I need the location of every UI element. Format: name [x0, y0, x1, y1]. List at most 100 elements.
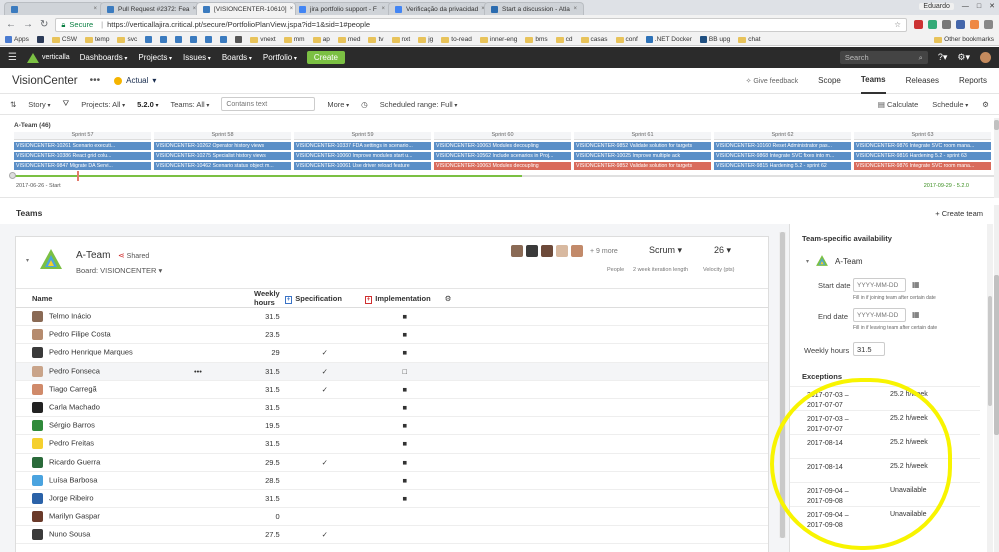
nav-boards[interactable]: Boards [222, 53, 252, 62]
specification-cell[interactable]: ✓ [284, 343, 365, 363]
timeline-scrollbar[interactable] [994, 118, 999, 198]
release-filter[interactable]: 5.2.0 [137, 100, 158, 109]
panel-scrollbar[interactable] [987, 224, 993, 552]
issue-bar[interactable]: VISIONCENTER-10063 Modules decoupling [434, 162, 571, 170]
implementation-cell[interactable] [364, 525, 445, 545]
browser-tab[interactable]: Verificação da privacidad× [388, 2, 488, 15]
exception-row[interactable]: 2017-08-14 25.2 h/week [790, 434, 980, 458]
implementation-cell[interactable]: ■ [364, 325, 445, 345]
issue-bar[interactable]: VISIONCENTER-9815 Hardening 5.2 - sprint… [714, 162, 851, 170]
table-row[interactable]: Pedro Freitas 31.5 ■ [16, 434, 768, 454]
row-menu-icon[interactable] [194, 416, 254, 436]
other-bookmarks[interactable]: Other bookmarks [934, 36, 994, 43]
tab-releases[interactable]: Releases [906, 68, 939, 94]
more-dropdown[interactable]: More [327, 100, 349, 109]
issue-bar[interactable]: VISIONCENTER-9847 Migrate DA Servi... [14, 162, 151, 170]
close-icon[interactable]: × [90, 6, 97, 12]
settings-icon[interactable]: ⚙ [982, 100, 989, 109]
browser-tab[interactable]: jira portfolio support - F × [292, 2, 392, 15]
exception-row[interactable]: 2017-08-14 25.2 h/week [790, 458, 980, 482]
exception-row[interactable]: 2017-09-04 –2017-09-08 Unavailable [790, 506, 980, 530]
back-icon[interactable]: ← [6, 19, 16, 30]
issue-bar[interactable]: VISIONCENTER-10063 Modules decoupling [434, 142, 571, 150]
issue-bar[interactable]: VISIONCENTER-10061 Use driver reload fea… [294, 162, 431, 170]
bookmark-folder[interactable]: ap [312, 36, 330, 43]
column-name[interactable]: Name [16, 289, 194, 308]
collapse-icon[interactable]: ▾ [806, 258, 809, 265]
board-selector[interactable]: Board: VISIONCENTER ▾ [76, 266, 162, 275]
column-settings-icon[interactable]: ⚙ [444, 289, 768, 308]
member-name-cell[interactable]: Luísa Barbosa [16, 471, 194, 490]
extension-icon[interactable] [914, 20, 923, 29]
search-input[interactable]: Search ⌕ [839, 51, 928, 64]
weekly-hours-cell[interactable]: 31.5 [254, 489, 285, 509]
plan-menu-icon[interactable]: ••• [90, 75, 101, 86]
row-menu-icon[interactable] [194, 489, 254, 509]
tab-scope[interactable]: Scope [818, 68, 841, 94]
issue-bar[interactable]: VISIONCENTER-9876 Integrate SVC room man… [854, 142, 991, 150]
scroll-thumb[interactable] [994, 120, 999, 130]
weekly-hours-cell[interactable]: 23.5 [254, 325, 285, 345]
calculate-button[interactable]: ▤ Calculate [878, 100, 918, 109]
column-specification[interactable]: + Specification [284, 289, 365, 308]
profile-button[interactable]: Eduardo [919, 2, 954, 10]
team-name[interactable]: A-Team [76, 250, 110, 261]
bookmark-icon-item[interactable] [205, 36, 213, 43]
bookmark-folder[interactable]: med [337, 36, 360, 43]
app-switcher-icon[interactable]: ☰ [8, 52, 17, 63]
avatar[interactable] [541, 245, 553, 257]
bookmark-folder[interactable]: nxt [391, 36, 410, 43]
bookmark-icon-item[interactable] [160, 36, 168, 43]
issue-bar[interactable]: VISIONCENTER-9868 Integrate SVC fixes in… [714, 152, 851, 160]
extension-icon[interactable] [970, 20, 979, 29]
avatar[interactable] [526, 245, 538, 257]
issue-bar[interactable]: VISIONCENTER-9852 Validate solution for … [574, 162, 711, 170]
bookmark-folder[interactable]: mm [283, 36, 305, 43]
specification-cell[interactable]: ✓ [284, 362, 365, 381]
weekly-hours-cell[interactable]: 0 [254, 507, 285, 527]
bookmark-icon-item[interactable] [190, 36, 198, 43]
weekly-hours-input[interactable] [853, 342, 885, 356]
start-date-input[interactable] [853, 278, 906, 292]
issue-bar[interactable]: VISIONCENTER-10160 Reset Administrator p… [714, 142, 851, 150]
issue-bar[interactable]: VISIONCENTER-10261 Scenario executi... [14, 142, 151, 150]
forward-icon[interactable]: → [23, 19, 33, 30]
weekly-hours-cell[interactable]: 19.5 [254, 416, 285, 436]
member-name-cell[interactable]: Pedro Filipe Costa [16, 325, 194, 345]
specification-cell[interactable] [284, 325, 365, 345]
schedule-dropdown[interactable]: Schedule [932, 100, 968, 109]
table-row[interactable]: Pedro Henrique Marques 29 ✓ ■ [16, 343, 768, 363]
member-name-cell[interactable]: Nuno Sousa [16, 525, 194, 545]
implementation-cell[interactable]: □ [364, 362, 445, 381]
end-date-input[interactable] [853, 308, 906, 322]
member-name-cell[interactable]: Pedro Henrique Marques [16, 343, 194, 363]
weekly-hours-cell[interactable]: 28.5 [254, 471, 285, 490]
specification-cell[interactable]: ✓ [284, 453, 365, 472]
implementation-cell[interactable]: ■ [364, 380, 445, 399]
table-row[interactable]: Jorge Ribeiro 31.5 ■ [16, 489, 768, 509]
page-scrollbar[interactable] [994, 205, 999, 552]
teams-scrollbar[interactable] [779, 232, 786, 538]
member-name-cell[interactable]: Carla Machado [16, 398, 194, 418]
member-name-cell[interactable]: Tiago Carregã [16, 380, 194, 399]
member-name-cell[interactable]: Pedro Freitas [16, 434, 194, 454]
bookmark-icon-item[interactable] [220, 36, 228, 43]
weekly-hours-cell[interactable]: 29.5 [254, 453, 285, 472]
menu-icon[interactable] [984, 20, 993, 29]
implementation-cell[interactable]: ■ [364, 434, 445, 454]
column-implementation[interactable]: + Implementation [364, 289, 445, 308]
member-name-cell[interactable]: Telmo Inácio [16, 307, 194, 327]
bookmark-icon-item[interactable] [175, 36, 183, 43]
row-menu-icon[interactable] [194, 307, 254, 327]
bookmark-item[interactable]: BB upg [699, 36, 730, 43]
settings-icon[interactable]: ⚙▾ [957, 52, 970, 63]
issue-bar[interactable]: VISIONCENTER-10386 React grid colu... [14, 152, 151, 160]
bookmark-folder[interactable]: bms [525, 36, 548, 43]
bookmark-folder[interactable]: jg [418, 36, 433, 43]
bookmark-folder[interactable]: cd [555, 36, 573, 43]
weekly-hours-cell[interactable]: 31.5 [254, 434, 285, 454]
issue-bar[interactable]: VISIONCENTER-10337 FDA settings in scena… [294, 142, 431, 150]
bookmark-folder[interactable]: inner-eng [479, 36, 517, 43]
star-icon[interactable]: ☆ [894, 20, 901, 29]
scroll-thumb[interactable] [994, 275, 999, 435]
